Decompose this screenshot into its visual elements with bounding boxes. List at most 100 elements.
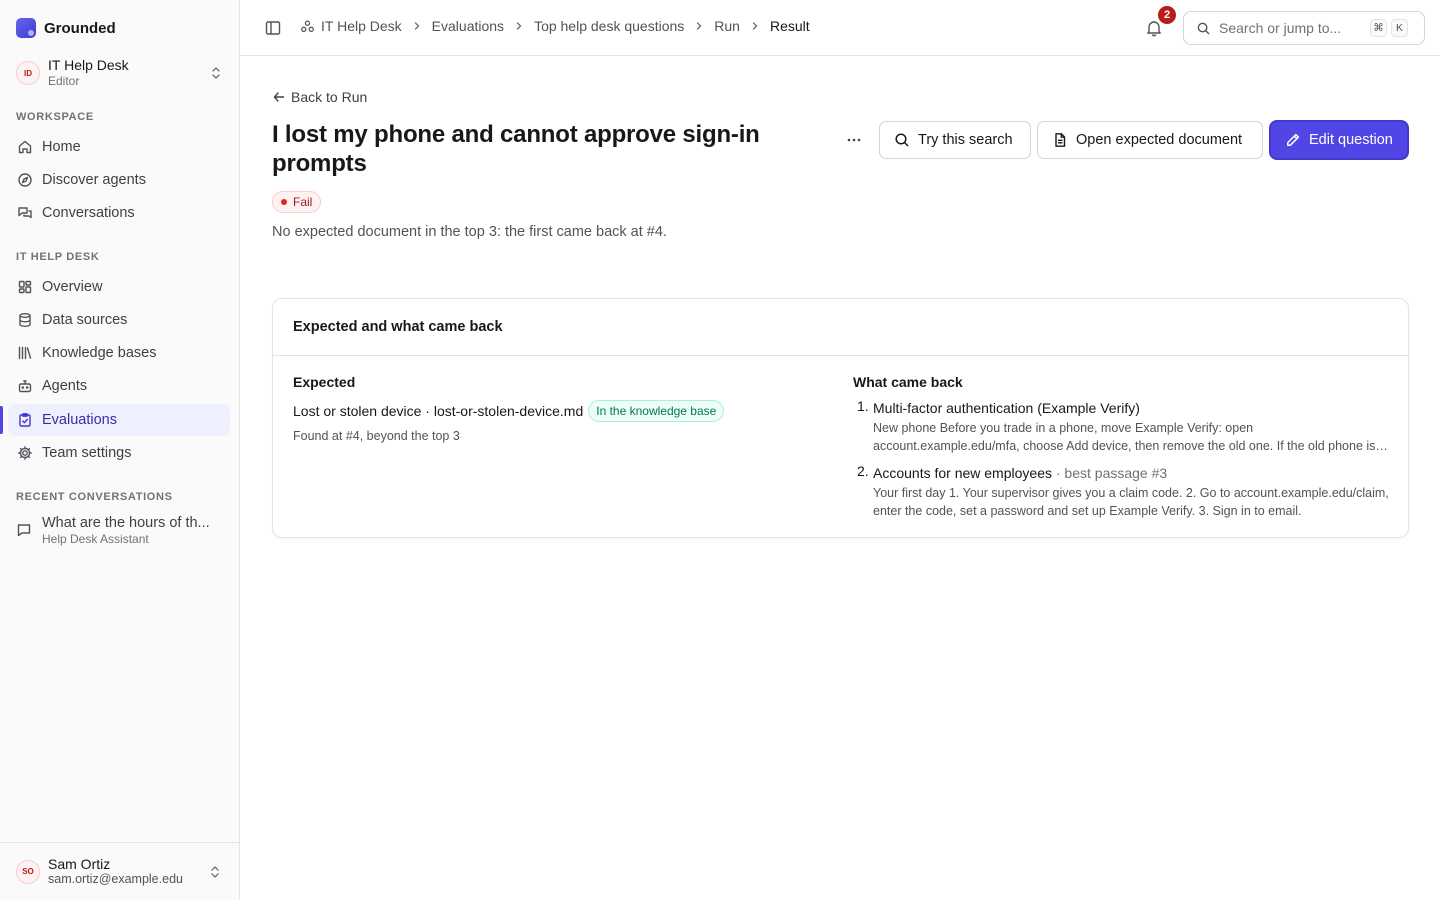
- try-this-search-button[interactable]: Try this search: [879, 121, 1031, 159]
- chevron-right-icon: [750, 21, 760, 31]
- chevron-right-icon: [412, 21, 422, 31]
- returned-column: What came back 1. Multi-factor authentic…: [853, 374, 1393, 528]
- sidebar-item-overview[interactable]: Overview: [8, 271, 230, 303]
- sidebar-item-label: Home: [42, 139, 81, 155]
- breadcrumb-label: IT Help Desk: [321, 18, 402, 34]
- shortcut-key-cmd: ⌘: [1370, 19, 1387, 37]
- expected-column: Expected Lost or stolen device · lost-or…: [293, 374, 823, 443]
- list-item[interactable]: 1. Multi-factor authentication (Example …: [853, 398, 1393, 455]
- database-icon: [16, 311, 34, 329]
- active-indicator: [0, 406, 3, 434]
- topbar: IT Help Desk Evaluations Top help desk q…: [240, 0, 1440, 56]
- recent-conversation-agent: Help Desk Assistant: [42, 532, 149, 546]
- sidebar-item-label: Discover agents: [42, 172, 146, 188]
- sidebar-item-label: Evaluations: [42, 412, 117, 428]
- result-snippet: Your first day 1. Your supervisor gives …: [873, 486, 1389, 518]
- search-input[interactable]: [1219, 20, 1369, 36]
- arrow-left-icon: [273, 92, 285, 102]
- team-section-label: IT HELP DESK: [16, 251, 100, 263]
- sidebar-item-agents[interactable]: Agents: [8, 370, 230, 402]
- sidebar-item-label: Knowledge bases: [42, 345, 157, 361]
- sidebar-item-discover-agents[interactable]: Discover agents: [8, 164, 230, 196]
- expected-found-rank: Found at #4, beyond the top 3: [293, 429, 460, 443]
- sidebar-toggle-icon[interactable]: [264, 19, 282, 37]
- status-badge: Fail: [272, 191, 322, 213]
- user-email: sam.ortiz@example.edu: [48, 872, 183, 887]
- knowledge-base-badge: In the knowledge base: [588, 400, 725, 422]
- result-rank: 1.: [857, 398, 869, 414]
- result-passage: · best passage #3: [1051, 465, 1168, 481]
- status-label: Fail: [293, 195, 313, 209]
- notification-badge: 2: [1158, 6, 1176, 24]
- result-rank: 2.: [857, 463, 869, 479]
- sidebar-item-label: Team settings: [42, 445, 132, 461]
- brand-logo-icon: [16, 18, 36, 38]
- chat-bubble-icon: [16, 522, 34, 540]
- search-icon: [1197, 22, 1210, 34]
- sidebar-item-home[interactable]: Home: [8, 131, 230, 163]
- result-title: Accounts for new employees: [873, 465, 1052, 481]
- page-title: I lost my phone and cannot approve sign-…: [272, 121, 760, 177]
- clipboard-check-icon: [16, 411, 34, 429]
- search-box[interactable]: ⌘ K: [1183, 11, 1425, 45]
- more-actions-button[interactable]: [842, 129, 866, 151]
- ellipsis-icon: [847, 138, 861, 142]
- document-icon: [1055, 133, 1066, 147]
- edit-question-button[interactable]: Edit question: [1270, 121, 1408, 159]
- sidebar: Grounded ID IT Help Desk Editor WORKSPAC…: [0, 0, 240, 900]
- team-role: Editor: [48, 74, 80, 89]
- back-to-run-link[interactable]: Back to Run: [272, 89, 367, 105]
- brand-name: Grounded: [44, 19, 116, 37]
- returned-results-list: 1. Multi-factor authentication (Example …: [853, 398, 1393, 520]
- sidebar-item-team-settings[interactable]: Team settings: [8, 437, 230, 469]
- breadcrumb-evaluations[interactable]: Evaluations: [432, 18, 504, 34]
- home-icon: [16, 138, 34, 156]
- search-icon: [895, 133, 909, 147]
- card-title: Expected and what came back: [273, 299, 1408, 356]
- team-switcher[interactable]: ID IT Help Desk Editor: [8, 54, 232, 92]
- pencil-icon: [1287, 133, 1300, 146]
- user-menu[interactable]: SO Sam Ortiz sam.ortiz@example.edu: [0, 842, 239, 900]
- breadcrumb-team[interactable]: IT Help Desk: [300, 18, 402, 34]
- comparison-card: Expected and what came back Expected Los…: [272, 298, 1409, 538]
- shortcut-key-k: K: [1391, 19, 1408, 37]
- sidebar-item-evaluations[interactable]: Evaluations: [8, 404, 230, 436]
- compass-icon: [16, 171, 34, 189]
- result-snippet: New phone Before you trade in a phone, m…: [873, 421, 1376, 453]
- returned-heading: What came back: [853, 374, 963, 390]
- expected-heading: Expected: [293, 374, 356, 390]
- open-expected-document-button[interactable]: Open expected document: [1037, 121, 1263, 159]
- breadcrumb-run[interactable]: Run: [714, 18, 740, 34]
- chat-bubbles-icon: [16, 204, 34, 222]
- brand[interactable]: Grounded: [16, 18, 116, 38]
- team-name: IT Help Desk: [48, 57, 129, 74]
- gear-icon: [16, 444, 34, 462]
- sidebar-item-label: Data sources: [42, 312, 128, 328]
- sidebar-item-label: Overview: [42, 279, 103, 295]
- main-content: IT Help Desk Evaluations Top help desk q…: [240, 0, 1440, 900]
- library-icon: [16, 344, 34, 362]
- back-link-label: Back to Run: [291, 89, 368, 105]
- breadcrumb: IT Help Desk Evaluations Top help desk q…: [300, 18, 810, 34]
- sidebar-item-knowledge-bases[interactable]: Knowledge bases: [8, 337, 230, 369]
- dashboard-icon: [16, 278, 34, 296]
- result-title: Multi-factor authentication (Example Ver…: [873, 400, 1140, 416]
- chevrons-up-down-icon: [211, 866, 219, 878]
- bot-icon: [16, 377, 34, 395]
- list-item[interactable]: 2. Accounts for new employees · best pas…: [853, 463, 1393, 520]
- sidebar-item-data-sources[interactable]: Data sources: [8, 304, 230, 336]
- breadcrumb-result: Result: [769, 18, 810, 34]
- breadcrumb-evaluation-set[interactable]: Top help desk questions: [534, 18, 684, 34]
- chevron-right-icon: [514, 21, 524, 31]
- expected-document-link[interactable]: Lost or stolen device · lost-or-stolen-d…: [293, 403, 583, 419]
- team-avatar: ID: [16, 61, 40, 85]
- sidebar-item-label: Agents: [42, 378, 88, 394]
- user-avatar: SO: [16, 859, 40, 884]
- recent-conversation-item[interactable]: What are the hours of th... Help Desk As…: [8, 510, 230, 554]
- sidebar-item-conversations[interactable]: Conversations: [8, 197, 230, 229]
- result-summary: No expected document in the top 3: the f…: [272, 224, 667, 240]
- chevron-right-icon: [694, 21, 704, 31]
- workspace-section-label: WORKSPACE: [16, 111, 94, 123]
- chevrons-up-down-icon: [212, 67, 220, 79]
- team-icon: [300, 19, 315, 34]
